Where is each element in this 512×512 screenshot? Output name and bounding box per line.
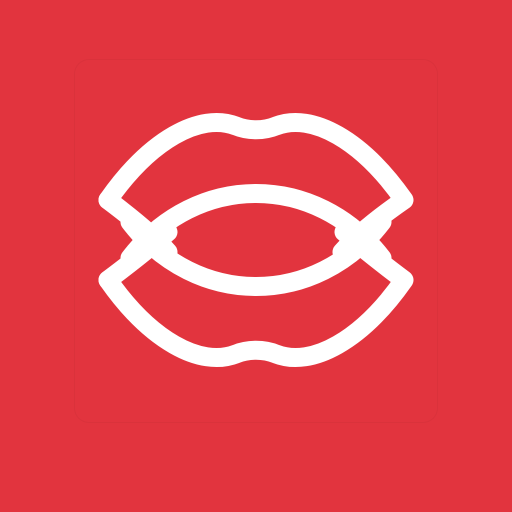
double-lips-logo-icon xyxy=(98,113,414,367)
app-icon-canvas xyxy=(0,0,512,512)
